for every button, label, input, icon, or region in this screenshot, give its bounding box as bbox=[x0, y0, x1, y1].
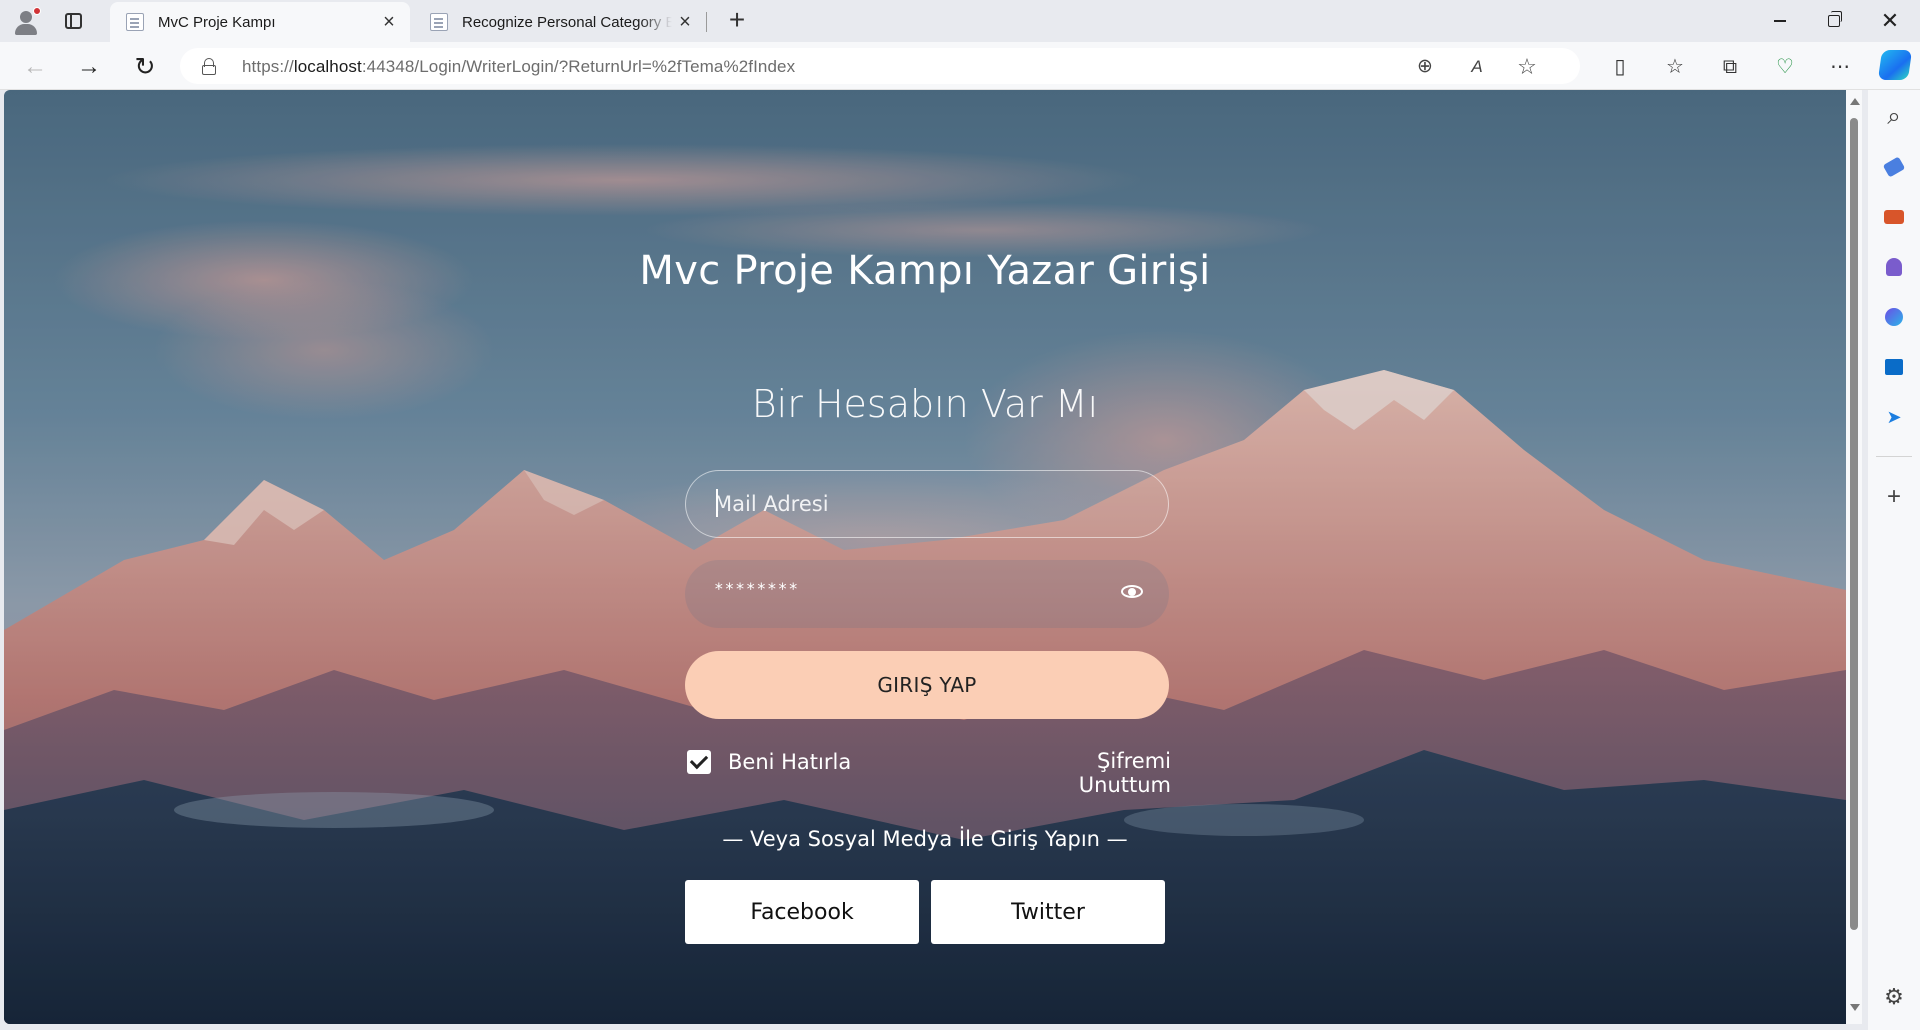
remember-label: Beni Hatırla bbox=[728, 750, 852, 774]
favorite-star-icon[interactable]: ☆ bbox=[1514, 54, 1540, 80]
tab-recognize[interactable]: Recognize Personal Category Boo × bbox=[414, 2, 706, 42]
restore-button[interactable] bbox=[1806, 0, 1862, 42]
forgot-password-link[interactable]: Şifremi Unuttum bbox=[1003, 749, 1171, 797]
minimize-button[interactable] bbox=[1752, 0, 1808, 42]
copilot-icon[interactable] bbox=[1877, 50, 1913, 80]
facebook-button[interactable]: Facebook bbox=[685, 880, 919, 944]
twitter-button[interactable]: Twitter bbox=[931, 880, 1165, 944]
tab-title: Recognize Personal Category Boo bbox=[462, 13, 672, 31]
page-favicon-icon bbox=[430, 13, 448, 31]
read-aloud-icon[interactable]: A bbox=[1464, 54, 1490, 80]
tab-close-icon[interactable]: × bbox=[672, 9, 698, 35]
send-icon[interactable]: ➤ bbox=[1881, 404, 1907, 430]
page-title: Mvc Proje Kampı Yazar Girişi bbox=[639, 248, 1211, 294]
profile-icon[interactable] bbox=[12, 7, 42, 35]
new-tab-button[interactable]: + bbox=[722, 6, 752, 36]
games-icon[interactable] bbox=[1881, 254, 1907, 280]
tab-mvc-proje[interactable]: MvC Proje Kampı × bbox=[110, 2, 410, 42]
scroll-down-arrow-icon[interactable] bbox=[1850, 1004, 1860, 1011]
edge-sidebar: ⌕ ➤ + ⚙ bbox=[1868, 90, 1920, 1030]
back-button[interactable]: ← bbox=[20, 52, 50, 82]
page-favicon-icon bbox=[126, 13, 144, 31]
password-mask: ******** bbox=[714, 579, 800, 598]
title-bar: MvC Proje Kampı × Recognize Personal Cat… bbox=[0, 0, 1920, 42]
add-icon[interactable]: + bbox=[1881, 483, 1907, 510]
page-scrollbar[interactable] bbox=[1846, 90, 1862, 1024]
more-menu-icon[interactable]: ⋯ bbox=[1826, 53, 1854, 81]
form-heading: Bir Hesabın Var Mı bbox=[751, 382, 1099, 426]
window-close-button[interactable]: ✕ bbox=[1862, 0, 1918, 42]
forward-button[interactable]: → bbox=[74, 52, 104, 82]
remember-me[interactable]: Beni Hatırla bbox=[687, 750, 851, 774]
performance-icon[interactable]: ♡ bbox=[1771, 53, 1799, 81]
tag-icon[interactable] bbox=[1881, 154, 1907, 180]
tab-actions-icon[interactable] bbox=[62, 10, 86, 32]
toolbox-icon[interactable] bbox=[1881, 204, 1907, 230]
address-bar[interactable]: https://localhost:44348/Login/WriterLogi… bbox=[180, 48, 1580, 84]
scroll-thumb[interactable] bbox=[1850, 118, 1858, 930]
lock-icon[interactable] bbox=[202, 58, 216, 75]
favorites-icon[interactable]: ☆ bbox=[1661, 53, 1689, 81]
search-icon[interactable]: ⌕ bbox=[1881, 103, 1907, 130]
reload-button[interactable]: ↻ bbox=[130, 52, 160, 82]
settings-icon[interactable]: ⚙ bbox=[1881, 984, 1907, 1010]
page-viewport: Mvc Proje Kampı Yazar Girişi Bir Hesabın… bbox=[4, 90, 1846, 1024]
social-login-text: — Veya Sosyal Medya İle Giriş Yapın — bbox=[722, 827, 1128, 851]
restore-icon bbox=[1828, 11, 1842, 27]
m365-icon[interactable] bbox=[1881, 304, 1907, 330]
remember-checkbox[interactable] bbox=[687, 750, 711, 774]
text-caret bbox=[716, 489, 718, 517]
tab-separator bbox=[706, 12, 707, 32]
login-panel: Mvc Proje Kampı Yazar Girişi Bir Hesabın… bbox=[4, 90, 1846, 1024]
show-password-eye-icon[interactable] bbox=[1121, 584, 1143, 600]
zoom-icon[interactable]: ⊕ bbox=[1412, 54, 1438, 80]
collections-icon[interactable]: ⧉ bbox=[1716, 53, 1744, 81]
tab-title: MvC Proje Kampı bbox=[158, 13, 276, 31]
window-bottom-edge bbox=[0, 1024, 1868, 1030]
browser-toolbar: ← → ↻ https://localhost:44348/Login/Writ… bbox=[0, 42, 1920, 90]
email-input[interactable] bbox=[685, 470, 1169, 538]
url-text[interactable]: https://localhost:44348/Login/WriterLogi… bbox=[242, 57, 795, 77]
sidebar-divider bbox=[1876, 456, 1912, 457]
scroll-up-arrow-icon[interactable] bbox=[1850, 98, 1860, 105]
login-button[interactable]: GIRIŞ YAP bbox=[685, 651, 1169, 719]
minimize-icon bbox=[1774, 20, 1786, 22]
split-screen-icon[interactable]: ▯ bbox=[1606, 53, 1634, 81]
tab-close-icon[interactable]: × bbox=[376, 9, 402, 35]
outlook-icon[interactable] bbox=[1881, 354, 1907, 380]
